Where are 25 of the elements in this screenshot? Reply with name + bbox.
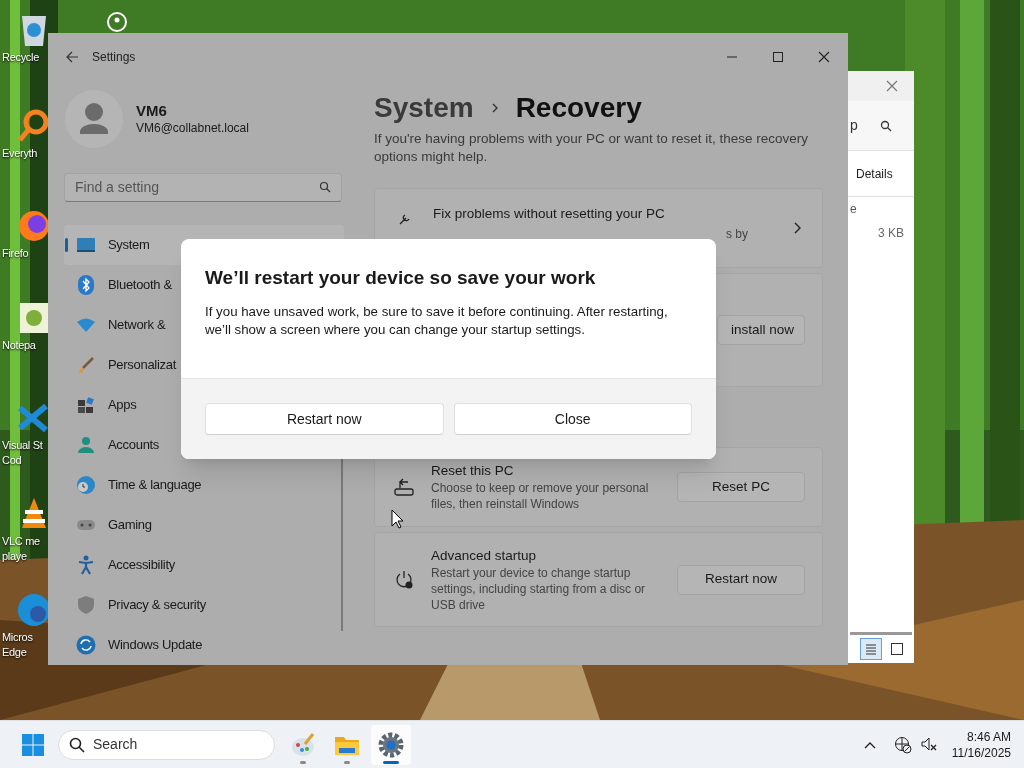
icon-label: Edge [1, 645, 27, 660]
card-title: Reset this PC [431, 462, 515, 480]
card-description: s by [726, 226, 748, 244]
table-cell-text: 3 KB [878, 225, 904, 242]
card-title: Advanced startup [431, 546, 538, 565]
icon-label: Everyth [1, 146, 38, 161]
dialog-message: If you have unsaved work, be sure to save it before continuing. After restarting, we’ll show a screen where you can change your startup settings. [205, 303, 669, 339]
icon-label: Cod [1, 453, 22, 468]
account-name: VM6 [136, 101, 168, 120]
dialog-title: We’ll restart your device so save your work [205, 266, 597, 290]
search-field-text: p [850, 116, 858, 135]
icon-label: Notepa [1, 338, 36, 353]
account-email: VM6@collabnet.local [136, 119, 249, 136]
card-description: Choose to keep or remove your personal files, then reinstall Windows [431, 480, 650, 512]
icon-label: Firefo [1, 246, 29, 261]
icon-label: Micros [1, 630, 33, 645]
description-text: If you're having problems with your PC or want to reset it, these recovery options might help. [374, 130, 810, 166]
icon-label: Visual St [1, 438, 43, 453]
icon-label: Recycle [1, 50, 40, 65]
card-title: Fix problems without resetting your PC [433, 205, 666, 223]
card-description: Restart your device to change startup settings, including starting from a disc or USB drive [431, 564, 647, 613]
window-title: Settings [92, 49, 136, 66]
icon-label: VLC me [1, 534, 40, 549]
icon-label: playe [1, 549, 27, 564]
page-title: Recovery [515, 91, 642, 125]
